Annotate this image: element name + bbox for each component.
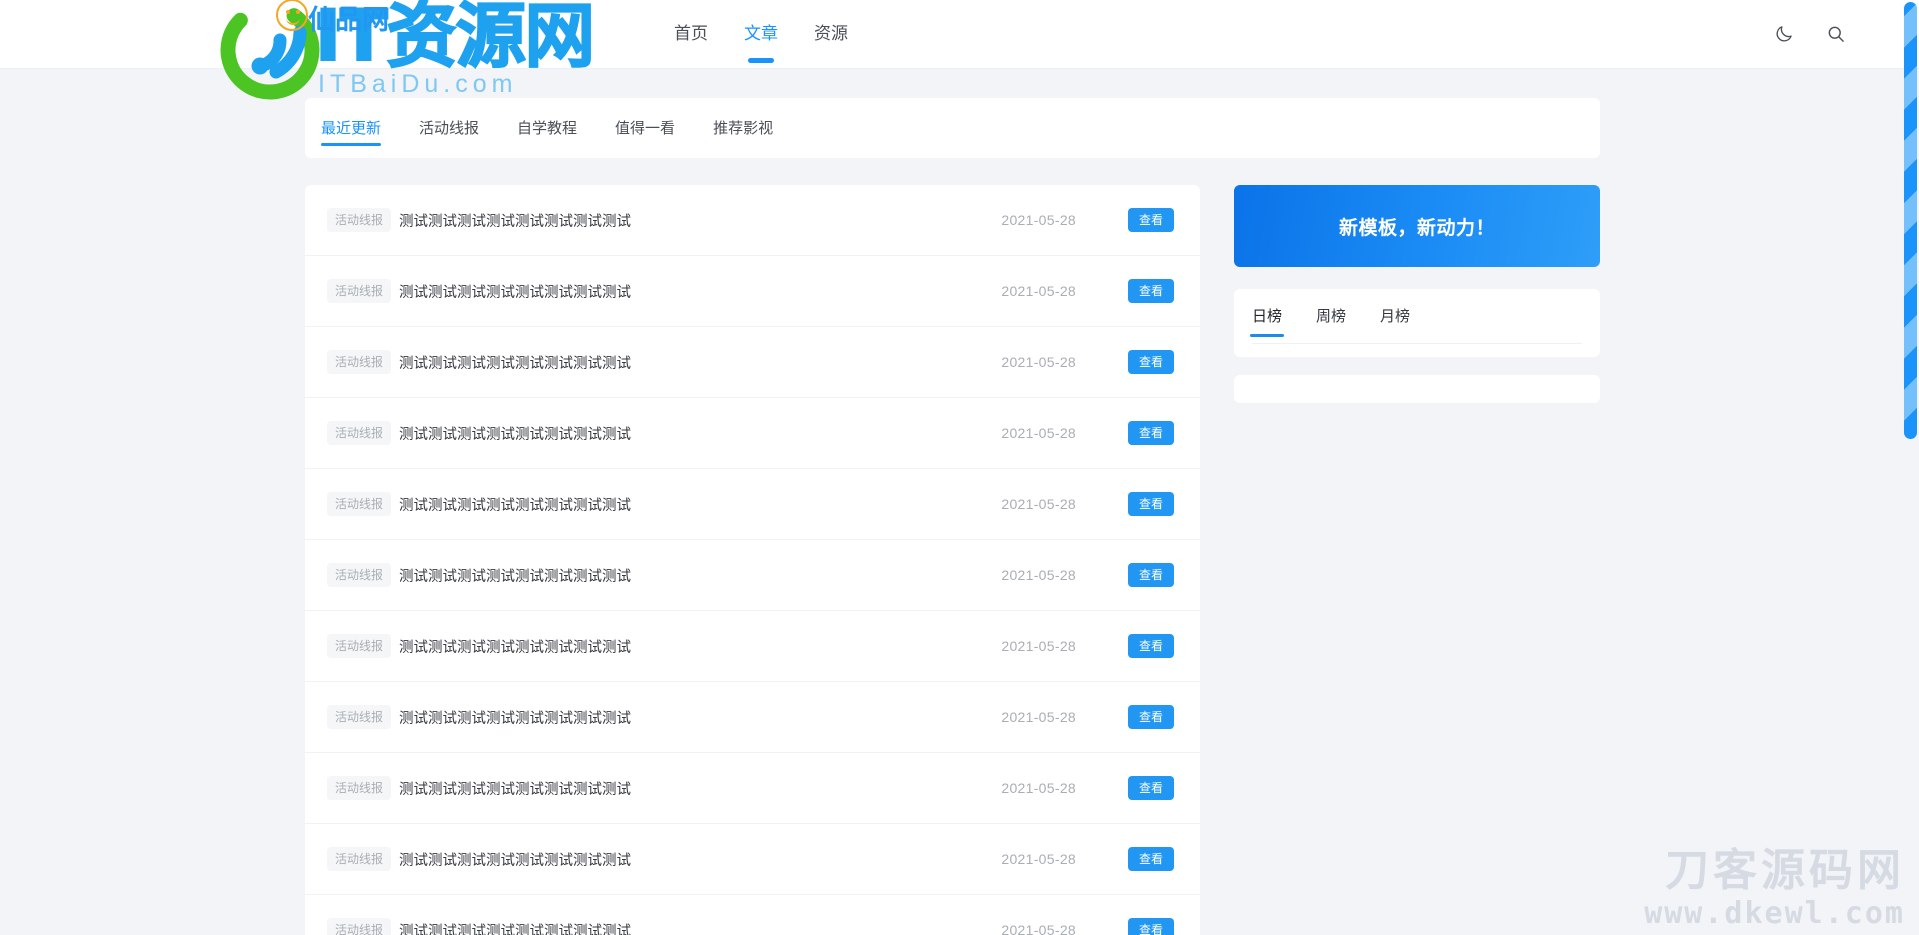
row-category-tag[interactable]: 活动线报 — [327, 847, 392, 871]
watermark-url: www.dkewl.com — [1644, 896, 1905, 931]
row-view-button[interactable]: 查看 — [1128, 847, 1174, 871]
sidebar-empty-card — [1234, 375, 1600, 403]
row-title-link[interactable]: 测试测试测试测试测试测试测试测试 — [399, 210, 1001, 231]
row-date: 2021-05-28 — [1001, 425, 1076, 441]
header-inner: 首页 文章 资源 — [0, 0, 1919, 68]
row-view-button[interactable]: 查看 — [1128, 705, 1174, 729]
row-view-button[interactable]: 查看 — [1128, 776, 1174, 800]
row-title-link[interactable]: 测试测试测试测试测试测试测试测试 — [399, 636, 1001, 657]
row-title-link[interactable]: 测试测试测试测试测试测试测试测试 — [399, 849, 1001, 870]
row-category-tag[interactable]: 活动线报 — [327, 421, 392, 445]
ranking-card: 日榜 周榜 月榜 — [1234, 289, 1600, 357]
search-icon[interactable] — [1823, 21, 1849, 47]
row-category-tag[interactable]: 活动线报 — [327, 492, 392, 516]
watermark-cn: 刀客源码网 — [1665, 845, 1905, 896]
row-category-tag[interactable]: 活动线报 — [327, 563, 392, 587]
row-title-link[interactable]: 测试测试测试测试测试测试测试测试 — [399, 281, 1001, 302]
scrollbar-thumb[interactable] — [1904, 2, 1917, 439]
row-date: 2021-05-28 — [1001, 496, 1076, 512]
tab-daily-ranking[interactable]: 日榜 — [1249, 305, 1285, 337]
row-date: 2021-05-28 — [1001, 212, 1076, 228]
row-category-tag[interactable]: 活动线报 — [327, 279, 392, 303]
row-date: 2021-05-28 — [1001, 709, 1076, 725]
row-title-link[interactable]: 测试测试测试测试测试测试测试测试 — [399, 920, 1001, 935]
promo-banner-text: 新模板，新动力！ — [1338, 217, 1495, 239]
subnav-item-worth-reading[interactable]: 值得一看 — [615, 117, 675, 140]
tab-weekly-ranking[interactable]: 周榜 — [1316, 305, 1346, 329]
article-list: 活动线报 测试测试测试测试测试测试测试测试 2021-05-28 查看 活动线报 测试测试… — [305, 185, 1200, 935]
row-view-button[interactable]: 查看 — [1128, 279, 1174, 303]
row-title-link[interactable]: 测试测试测试测试测试测试测试测试 — [399, 494, 1001, 515]
row-view-button[interactable]: 查看 — [1128, 634, 1174, 658]
table-row[interactable]: 活动线报 测试测试测试测试测试测试测试测试 2021-05-28 查看 — [305, 611, 1200, 682]
table-row[interactable]: 活动线报 测试测试测试测试测试测试测试测试 2021-05-28 查看 — [305, 824, 1200, 895]
subnav-item-activity[interactable]: 活动线报 — [419, 117, 479, 140]
nav-item-articles[interactable]: 文章 — [742, 0, 780, 68]
table-row[interactable]: 活动线报 测试测试测试测试测试测试测试测试 2021-05-28 查看 — [305, 682, 1200, 753]
main-navigation: 首页 文章 资源 — [672, 0, 850, 68]
subnav-items: 最近更新 活动线报 自学教程 值得一看 推荐影视 — [321, 98, 773, 158]
table-row[interactable]: 活动线报 测试测试测试测试测试测试测试测试 2021-05-28 查看 — [305, 327, 1200, 398]
row-view-button[interactable]: 查看 — [1128, 563, 1174, 587]
subnav-card: 最近更新 活动线报 自学教程 值得一看 推荐影视 — [305, 98, 1600, 158]
row-category-tag[interactable]: 活动线报 — [327, 918, 392, 935]
row-date: 2021-05-28 — [1001, 283, 1076, 299]
ranking-divider — [1252, 343, 1582, 344]
row-view-button[interactable]: 查看 — [1128, 350, 1174, 374]
sidebar: 新模板，新动力！ 日榜 周榜 月榜 — [1234, 185, 1600, 403]
watermark: 刀客源码网 www.dkewl.com — [1644, 845, 1905, 931]
row-date: 2021-05-28 — [1001, 922, 1076, 935]
table-row[interactable]: 活动线报 测试测试测试测试测试测试测试测试 2021-05-28 查看 — [305, 753, 1200, 824]
table-row[interactable]: 活动线报 测试测试测试测试测试测试测试测试 2021-05-28 查看 — [305, 256, 1200, 327]
nav-item-home[interactable]: 首页 — [672, 0, 710, 68]
header-tools — [1771, 0, 1849, 68]
row-category-tag[interactable]: 活动线报 — [327, 208, 392, 232]
table-row[interactable]: 活动线报 测试测试测试测试测试测试测试测试 2021-05-28 查看 — [305, 469, 1200, 540]
row-category-tag[interactable]: 活动线报 — [327, 705, 392, 729]
row-category-tag[interactable]: 活动线报 — [327, 776, 392, 800]
row-view-button[interactable]: 查看 — [1128, 421, 1174, 445]
table-row[interactable]: 活动线报 测试测试测试测试测试测试测试测试 2021-05-28 查看 — [305, 398, 1200, 469]
promo-banner[interactable]: 新模板，新动力！ — [1234, 185, 1600, 267]
row-title-link[interactable]: 测试测试测试测试测试测试测试测试 — [399, 778, 1001, 799]
row-date: 2021-05-28 — [1001, 567, 1076, 583]
table-row[interactable]: 活动线报 测试测试测试测试测试测试测试测试 2021-05-28 查看 — [305, 185, 1200, 256]
moon-icon[interactable] — [1771, 21, 1797, 47]
logo-text-en: ITBaiDu.com — [318, 70, 518, 98]
row-date: 2021-05-28 — [1001, 354, 1076, 370]
row-category-tag[interactable]: 活动线报 — [327, 350, 392, 374]
row-title-link[interactable]: 测试测试测试测试测试测试测试测试 — [399, 423, 1001, 444]
subnav-item-recent[interactable]: 最近更新 — [321, 117, 382, 146]
row-view-button[interactable]: 查看 — [1128, 208, 1174, 232]
site-header: 首页 文章 资源 — [0, 0, 1919, 69]
nav-item-resources[interactable]: 资源 — [812, 0, 850, 68]
row-title-link[interactable]: 测试测试测试测试测试测试测试测试 — [399, 352, 1001, 373]
tab-monthly-ranking[interactable]: 月榜 — [1380, 305, 1410, 329]
ranking-tabs: 日榜 周榜 月榜 — [1249, 289, 1410, 344]
row-category-tag[interactable]: 活动线报 — [327, 634, 392, 658]
table-row[interactable]: 活动线报 测试测试测试测试测试测试测试测试 2021-05-28 查看 — [305, 895, 1200, 935]
table-row[interactable]: 活动线报 测试测试测试测试测试测试测试测试 2021-05-28 查看 — [305, 540, 1200, 611]
row-view-button[interactable]: 查看 — [1128, 918, 1174, 935]
row-title-link[interactable]: 测试测试测试测试测试测试测试测试 — [399, 707, 1001, 728]
row-date: 2021-05-28 — [1001, 638, 1076, 654]
row-view-button[interactable]: 查看 — [1128, 492, 1174, 516]
subnav-item-recommended-video[interactable]: 推荐影视 — [713, 117, 773, 140]
subnav-item-tutorials[interactable]: 自学教程 — [517, 117, 577, 140]
page-scrollbar[interactable] — [1902, 0, 1919, 935]
row-title-link[interactable]: 测试测试测试测试测试测试测试测试 — [399, 565, 1001, 586]
row-date: 2021-05-28 — [1001, 851, 1076, 867]
row-date: 2021-05-28 — [1001, 780, 1076, 796]
